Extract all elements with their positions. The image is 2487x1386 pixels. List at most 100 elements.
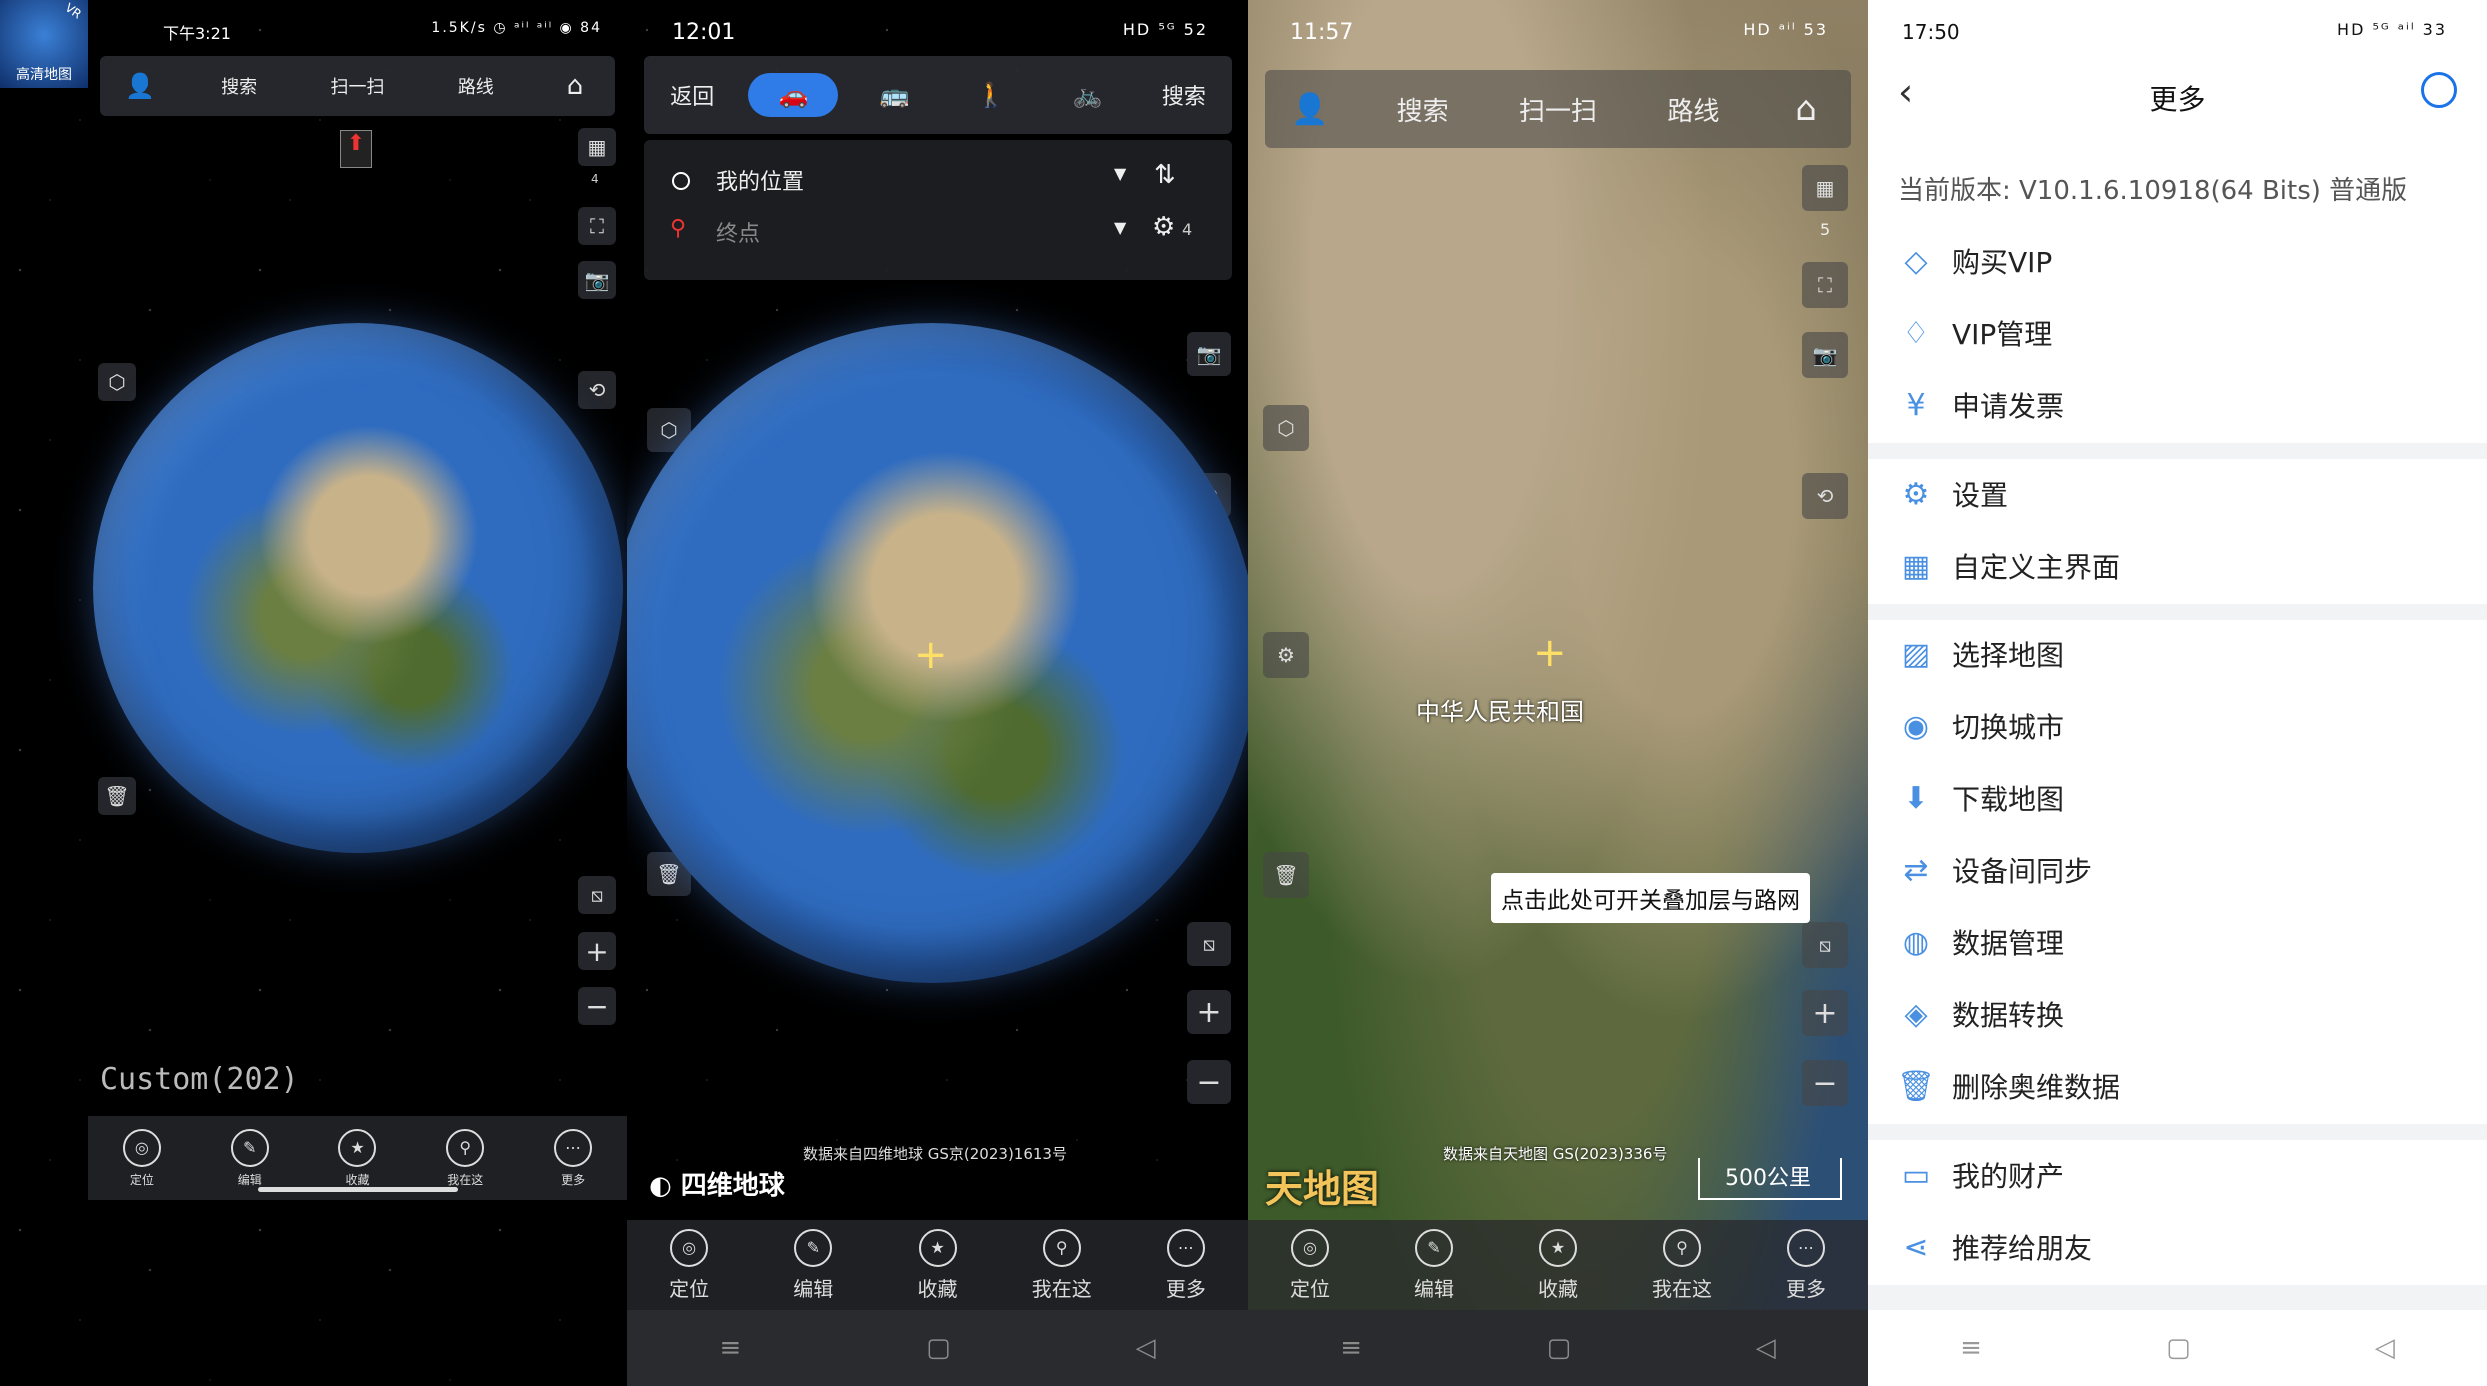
nav-edit[interactable]: ✎ 编辑 xyxy=(751,1220,875,1310)
sys-home-icon[interactable]: ▢ xyxy=(2166,1333,2191,1363)
origin-field[interactable]: 我的位置 xyxy=(716,164,804,196)
logo-icon: ◐ xyxy=(649,1171,672,1201)
menu-assets[interactable]: ▭ 我的财产 xyxy=(1896,1139,2487,1211)
menu-vip-manage[interactable]: ♢ VIP管理 xyxy=(1896,297,2487,369)
map-layers-icon[interactable]: ▦ xyxy=(1802,165,1848,211)
fullscreen-icon[interactable]: ⛶ xyxy=(578,207,616,245)
nav-locate-label: 定位 xyxy=(669,1276,710,1301)
origin-dropdown-icon[interactable]: ▼ xyxy=(1114,164,1126,183)
zoom-out-button[interactable]: − xyxy=(1802,1060,1848,1106)
sys-home-icon[interactable]: ▢ xyxy=(1547,1333,1572,1363)
destination-pin-icon: ⚲ xyxy=(670,216,687,241)
divider xyxy=(1868,443,2487,459)
route-settings-icon[interactable]: ⚙ xyxy=(1152,212,1175,242)
route-inputs: 我的位置 ▼ ⇅ ⚲ 终点 ▼ ⚙ 4 xyxy=(644,140,1232,280)
sys-back-icon[interactable]: ◁ xyxy=(1136,1333,1156,1363)
menu-invoice[interactable]: ¥ 申请发票 xyxy=(1896,369,2487,441)
3d-cube-icon[interactable]: ⬡ xyxy=(98,363,136,401)
nav-locate[interactable]: ◎ 定位 xyxy=(1248,1220,1372,1310)
destination-dropdown-icon[interactable]: ▼ xyxy=(1114,218,1126,237)
nav-more[interactable]: ⋯ 更多 xyxy=(519,1116,627,1200)
nav-edit[interactable]: ✎ 编辑 xyxy=(1372,1220,1496,1310)
search-icon[interactable] xyxy=(2421,72,2457,108)
destination-field[interactable]: 终点 xyxy=(716,216,760,248)
menu-buy-vip[interactable]: ◇ 购买VIP xyxy=(1896,225,2487,297)
camera-icon[interactable]: 📷 xyxy=(1187,332,1231,376)
bus-mode-icon[interactable]: 🚌 xyxy=(846,81,942,109)
fullscreen-icon[interactable]: ⛶ xyxy=(1802,262,1848,308)
search-button[interactable]: 搜索 xyxy=(1355,91,1490,128)
sys-menu-icon[interactable]: ≡ xyxy=(1960,1333,1982,1363)
badge-vr: VR xyxy=(62,0,85,22)
search-button[interactable]: 搜索 xyxy=(180,73,298,99)
nav-here[interactable]: ⚲ 我在这 xyxy=(1000,1220,1124,1310)
menu-customize[interactable]: ▦ 自定义主界面 xyxy=(1896,530,2487,602)
user-icon[interactable]: 👤 xyxy=(100,72,180,100)
menu-settings[interactable]: ⚙ 设置 xyxy=(1896,458,2487,530)
search-button[interactable]: 搜索 xyxy=(1136,79,1232,111)
menu-switch-city[interactable]: ◉ 切换城市 xyxy=(1896,690,2487,762)
nav-locate[interactable]: ◎ 定位 xyxy=(88,1116,196,1200)
swap-icon[interactable]: ⇅ xyxy=(1154,160,1176,190)
compass-icon[interactable]: ⬆ xyxy=(340,130,372,168)
status-bar: 17:50 HD ⁵ᴳ ᵃⁱˡ 33 xyxy=(1868,0,2487,60)
menu-delete-data[interactable]: 🗑 删除奥维数据 xyxy=(1896,1050,2487,1122)
menu-device-sync[interactable]: ⇄ 设备间同步 xyxy=(1896,834,2487,906)
logo-tianditu: 天地图 xyxy=(1265,1166,1380,1211)
overlay-toggle-icon[interactable]: ⧅ xyxy=(1187,922,1231,966)
menu-data-manage[interactable]: ◍ 数据管理 xyxy=(1896,906,2487,978)
rotate-icon[interactable]: ⟲ xyxy=(578,371,616,409)
menu-share[interactable]: ⋖ 推荐给朋友 xyxy=(1896,1211,2487,1283)
compass-mode-icon[interactable]: ⚙ xyxy=(1263,632,1309,678)
menu-select-map[interactable]: ▨ 选择地图 xyxy=(1896,618,2487,690)
nav-favorites[interactable]: ★ 收藏 xyxy=(1496,1220,1620,1310)
sys-menu-icon[interactable]: ≡ xyxy=(719,1333,741,1363)
trash-icon[interactable]: 🗑 xyxy=(1263,852,1309,898)
scan-button[interactable]: 扫一扫 xyxy=(298,73,416,99)
rotate-icon[interactable]: ⟲ xyxy=(1802,473,1848,519)
origin-dot-icon xyxy=(672,172,690,190)
nav-more[interactable]: ⋯ 更多 xyxy=(1124,1220,1248,1310)
home-indicator[interactable] xyxy=(258,1187,458,1192)
zoom-out-button[interactable]: − xyxy=(1187,1060,1231,1104)
menu-download-map[interactable]: ⬇ 下载地图 xyxy=(1896,762,2487,834)
overlay-tooltip[interactable]: 点击此处可开关叠加层与路网 xyxy=(1491,873,1810,923)
home-icon[interactable]: ⌂ xyxy=(535,71,615,101)
zoom-in-button[interactable]: + xyxy=(578,932,616,970)
camera-icon[interactable]: 📷 xyxy=(1802,332,1848,378)
overlay-toggle-icon[interactable]: ⧅ xyxy=(1802,922,1848,968)
nav-here[interactable]: ⚲ 我在这 xyxy=(1620,1220,1744,1310)
trash-icon[interactable]: 🗑 xyxy=(98,777,136,815)
nav-locate[interactable]: ◎ 定位 xyxy=(627,1220,751,1310)
sys-home-icon[interactable]: ▢ xyxy=(926,1333,951,1363)
bike-mode-icon[interactable]: 🚲 xyxy=(1039,81,1135,109)
sys-back-icon[interactable]: ◁ xyxy=(2375,1333,2395,1363)
globe-view[interactable] xyxy=(93,323,623,853)
scan-button[interactable]: 扫一扫 xyxy=(1490,91,1625,128)
camera-icon[interactable]: 📷 xyxy=(578,261,616,299)
back-button[interactable]: 返回 xyxy=(644,79,740,111)
data-source: 数据来自天地图 GS(2023)336号 xyxy=(1443,1145,1668,1163)
nav-favorites[interactable]: ★ 收藏 xyxy=(875,1220,999,1310)
top-toolbar: 👤 搜索 扫一扫 路线 ⌂ xyxy=(1265,70,1851,148)
zoom-in-button[interactable]: + xyxy=(1802,990,1848,1036)
home-icon[interactable]: ⌂ xyxy=(1761,89,1851,129)
menu-data-convert[interactable]: ◈ 数据转换 xyxy=(1896,978,2487,1050)
top-toolbar: 👤 搜索 扫一扫 路线 ⌂ xyxy=(100,56,615,116)
edit-icon: ✎ xyxy=(1415,1228,1453,1267)
route-button[interactable]: 路线 xyxy=(417,73,535,99)
user-icon[interactable]: 👤 xyxy=(1265,92,1355,127)
overlay-toggle-icon[interactable]: ⧅ xyxy=(578,876,616,914)
app-badge[interactable]: VR 高清地图 xyxy=(0,0,88,88)
sys-menu-icon[interactable]: ≡ xyxy=(1340,1333,1362,1363)
system-nav: ≡ ▢ ◁ xyxy=(627,1310,1248,1386)
sys-back-icon[interactable]: ◁ xyxy=(1756,1333,1776,1363)
nav-more[interactable]: ⋯ 更多 xyxy=(1744,1220,1868,1310)
3d-cube-icon[interactable]: ⬡ xyxy=(1263,405,1309,451)
zoom-in-button[interactable]: + xyxy=(1187,990,1231,1034)
map-layers-icon[interactable]: ▦ xyxy=(578,128,616,166)
walk-mode-icon[interactable]: 🚶 xyxy=(943,81,1039,109)
car-mode-button[interactable]: 🚗 xyxy=(748,73,839,117)
zoom-out-button[interactable]: − xyxy=(578,987,616,1025)
route-button[interactable]: 路线 xyxy=(1626,91,1761,128)
